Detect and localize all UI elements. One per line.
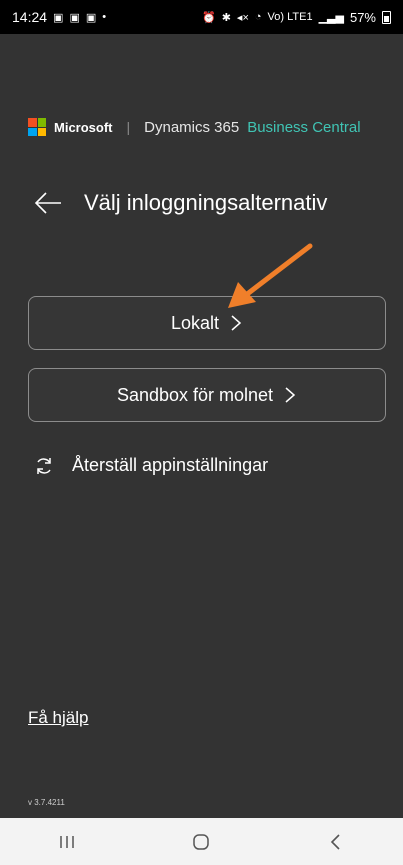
back-button[interactable] (306, 822, 366, 862)
product-name: Dynamics 365 (144, 118, 240, 136)
home-icon (193, 833, 210, 850)
refresh-icon (37, 457, 51, 474)
version-label: v 3.7.4211 (28, 798, 65, 807)
page-title: Välj inloggningsalternativ (84, 190, 328, 215)
chevron-right-icon (231, 315, 242, 331)
microsoft-label: Microsoft (54, 119, 113, 135)
teams-icon: ▣ (53, 11, 64, 24)
back-nav-icon (330, 833, 340, 850)
reset-settings-link[interactable]: Återställ appinställningar (34, 455, 268, 476)
battery-icon (382, 10, 391, 24)
battery-percent: 57% (349, 9, 376, 25)
local-option-button[interactable]: Lokalt (28, 296, 386, 350)
get-help-link[interactable]: Få hjälp (28, 708, 88, 728)
status-time: 14:24 (12, 9, 48, 25)
back-arrow-icon[interactable] (34, 192, 62, 214)
cloud-sandbox-option-button[interactable]: Sandbox för molnet (28, 368, 386, 422)
product-suffix: Business Central (247, 118, 361, 136)
status-right: ⏰ ✱ ◂× ◔ Vo) LTE1 ▁▃▅ 57% (202, 10, 391, 25)
teams-icon: ▣ (85, 11, 97, 24)
status-left: 14:24 ▣ ▣ ▣ • (12, 9, 106, 25)
signal-icon: ▁▃▅ (318, 11, 344, 24)
recent-apps-button[interactable] (37, 822, 97, 862)
teams-icon: ▣ (69, 11, 80, 24)
microsoft-logo-icon (28, 118, 46, 136)
status-bar: 14:24 ▣ ▣ ▣ • ⏰ ✱ ◂× ◔ Vo) LTE1 ▁▃▅ 57% (0, 0, 403, 34)
network-label: Vo) LTE1 (267, 11, 313, 23)
brand-header: Microsoft | Dynamics 365 Business Centra… (28, 117, 361, 137)
annotation-arrow-icon (228, 243, 313, 308)
bluetooth-icon: ✱ (221, 11, 231, 24)
alarm-icon: ⏰ (202, 11, 216, 24)
notification-dot-icon: • (102, 11, 107, 23)
home-button[interactable] (171, 822, 231, 862)
recent-apps-icon (60, 835, 74, 848)
cloud-sandbox-option-label: Sandbox för molnet (116, 384, 274, 405)
title-bar: Välj inloggningsalternativ (34, 190, 327, 216)
wifi-icon: ◔ (254, 11, 262, 23)
reset-settings-label: Återställ appinställningar (72, 455, 269, 475)
brand-separator: | (126, 119, 131, 135)
local-option-label: Lokalt (170, 312, 220, 333)
navigation-bar (0, 818, 403, 865)
mute-icon: ◂× (236, 11, 249, 24)
chevron-right-icon (285, 387, 296, 403)
